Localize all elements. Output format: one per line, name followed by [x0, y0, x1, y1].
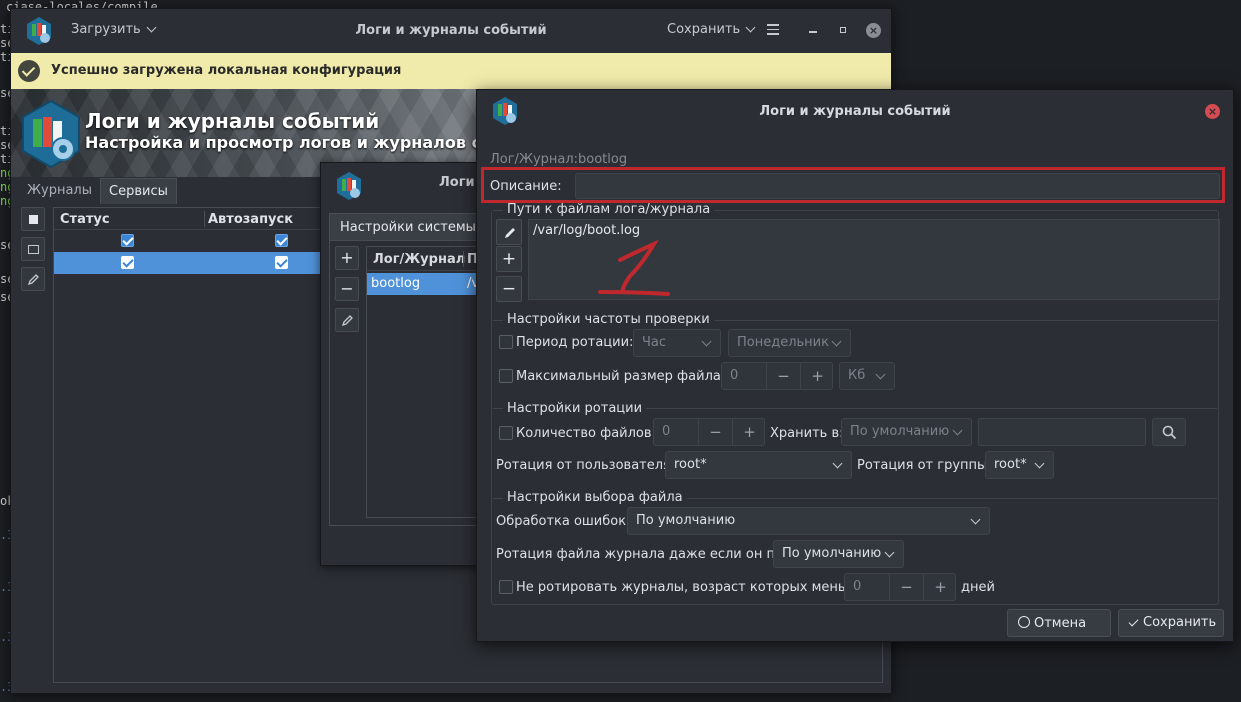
handwritten-annotation: [598, 240, 670, 296]
remove-button[interactable]: −: [335, 277, 359, 301]
highlight-annotation: [481, 167, 1225, 203]
logs-list: Лог/Журнал П bootlog /v: [366, 246, 489, 518]
autostart-checkbox[interactable]: [275, 234, 288, 247]
save-menu[interactable]: Сохранить: [667, 22, 756, 37]
hamburger-icon[interactable]: [767, 24, 779, 38]
notification-text: Успешно загружена локальная конфигурация: [51, 63, 402, 78]
edit-button[interactable]: [21, 267, 45, 291]
save-button-label: Сохранить: [1143, 615, 1217, 630]
log-name: bootlog: [371, 276, 421, 291]
system-settings-panel: + − Лог/Журнал П bootlog /v: [329, 240, 489, 526]
tab-journals[interactable]: Журналы: [19, 178, 100, 204]
chevron-down-icon: [745, 22, 756, 33]
services-toolbar: [21, 207, 47, 297]
plus-icon: +: [340, 248, 354, 267]
check-circle-icon: [18, 60, 40, 82]
add-button[interactable]: +: [335, 246, 359, 270]
close-icon[interactable]: ×: [1205, 104, 1220, 119]
banner-title: Логи и журналы событий: [85, 109, 380, 133]
window-title: Логи и журналы событий: [355, 23, 547, 38]
table-row[interactable]: bootlog /v: [367, 273, 489, 295]
cancel-icon: [1018, 616, 1030, 628]
minus-icon: −: [340, 279, 354, 298]
status-checkbox[interactable]: [121, 256, 134, 269]
square-filled-icon: [29, 215, 38, 224]
tab-services[interactable]: Сервисы: [100, 178, 177, 204]
maximize-icon[interactable]: [840, 27, 846, 33]
cancel-button-label: Отмена: [1034, 616, 1087, 631]
notification-bar: Успешно загружена локальная конфигурация: [11, 53, 891, 89]
window-title: Логи: [439, 175, 475, 190]
pencil-icon: [341, 315, 353, 327]
column-header-autostart[interactable]: Автозапуск: [208, 212, 293, 227]
app-logo-icon: [22, 99, 80, 169]
square-outline-icon: [28, 245, 39, 254]
pencil-icon: [27, 274, 39, 286]
select-all-button[interactable]: [21, 207, 45, 231]
system-settings-window: Логи Настройки системы + − Лог/Журнал П …: [320, 162, 490, 566]
minimize-icon[interactable]: [809, 31, 817, 33]
edit-button[interactable]: [335, 308, 359, 332]
close-icon[interactable]: ×: [866, 23, 881, 38]
status-checkbox[interactable]: [121, 234, 134, 247]
cancel-button[interactable]: Отмена: [1007, 609, 1111, 637]
column-header-log[interactable]: Лог/Журнал: [373, 252, 465, 267]
deselect-all-button[interactable]: [21, 237, 45, 261]
app-logo-icon: [337, 172, 361, 200]
tab-system-settings[interactable]: Настройки системы: [329, 213, 487, 241]
log-label: Лог/Журнал:: [490, 152, 579, 167]
save-button[interactable]: Сохранить: [1118, 609, 1224, 637]
dialog-title: Логи и журналы событий: [759, 104, 951, 119]
column-header-status[interactable]: Статус: [60, 212, 110, 227]
column-divider: [204, 211, 205, 227]
main-titlebar[interactable]: Загрузить Логи и журналы событий Сохрани…: [11, 9, 891, 53]
logs-list-header: Лог/Журнал П: [367, 247, 489, 271]
log-value: bootlog: [578, 152, 628, 167]
autostart-checkbox[interactable]: [275, 256, 288, 269]
check-icon: [1128, 616, 1139, 627]
save-menu-label: Сохранить: [667, 22, 741, 37]
column-divider: [463, 251, 464, 267]
